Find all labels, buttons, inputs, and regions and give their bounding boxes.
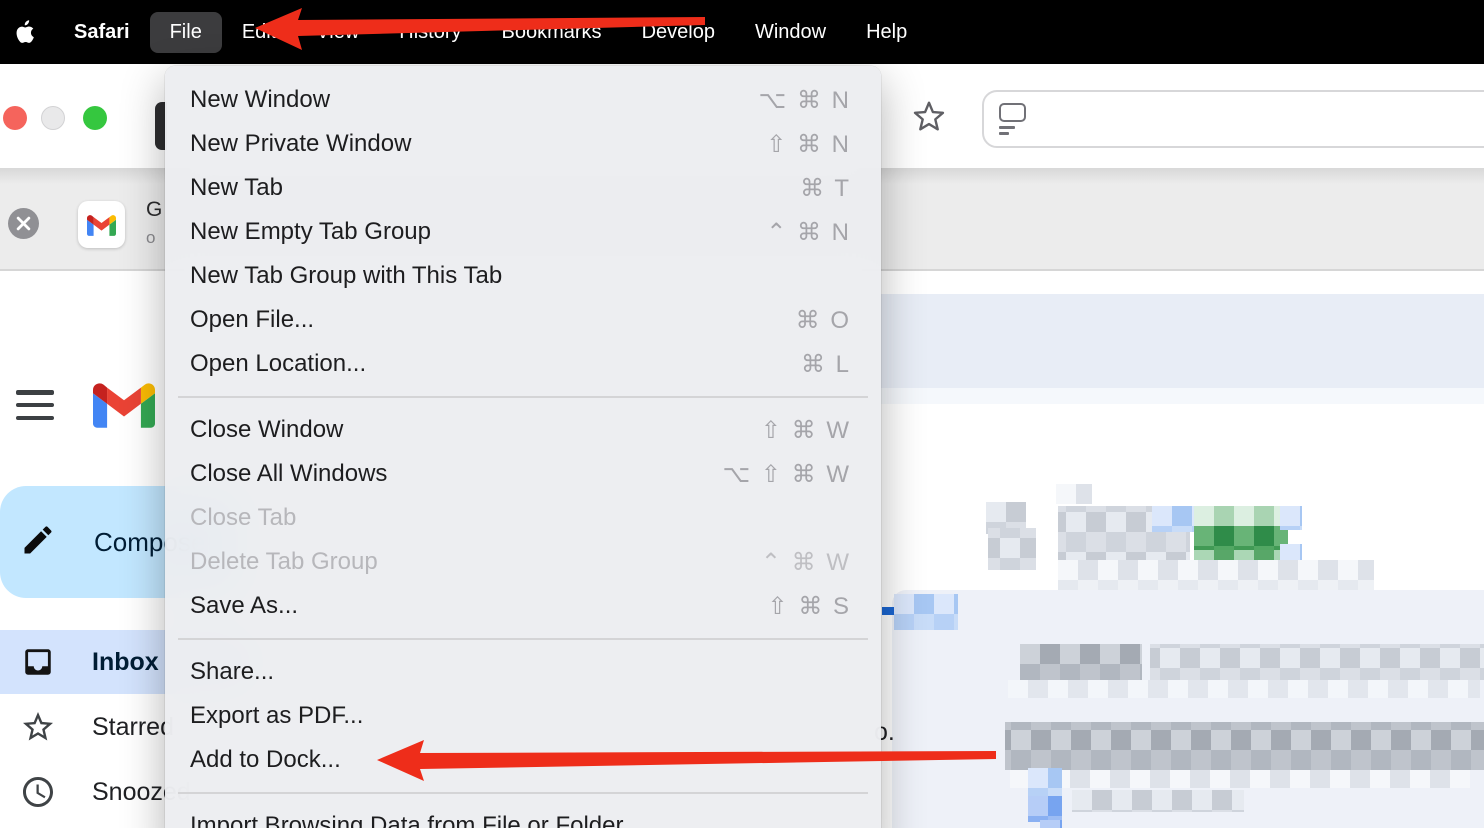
menubar-item-help[interactable]: Help (846, 12, 927, 53)
menu-item-delete-tab-group: Delete Tab Group ⌃ ⌘ W (165, 540, 881, 584)
blurred-block (1056, 484, 1092, 504)
pencil-icon (20, 522, 56, 563)
bookmark-star-icon[interactable] (909, 96, 949, 138)
blurred-block (1194, 526, 1288, 550)
blurred-block (1005, 722, 1484, 770)
blurred-block (1150, 644, 1484, 680)
gmail-favicon[interactable] (78, 201, 125, 248)
blurred-block (1040, 820, 1062, 828)
menu-item-export-as-pdf[interactable]: Export as PDF... (165, 694, 881, 738)
menu-separator (178, 792, 868, 794)
menu-item-new-tab[interactable]: New Tab ⌘ T (165, 166, 881, 210)
menubar-item-bookmarks[interactable]: Bookmarks (482, 12, 622, 53)
menu-item-new-window[interactable]: New Window ⌥ ⌘ N (165, 78, 881, 122)
star-icon (20, 709, 56, 745)
file-menu: New Window ⌥ ⌘ N New Private Window ⇧ ⌘ … (165, 66, 881, 828)
menu-item-close-window[interactable]: Close Window ⇧ ⌘ W (165, 408, 881, 452)
page-format-icon[interactable] (999, 103, 1026, 135)
traffic-minimize-button[interactable] (41, 106, 65, 130)
main-menu-icon[interactable] (16, 389, 56, 421)
blurred-block (1028, 768, 1062, 796)
blurred-block (1280, 506, 1302, 530)
menu-item-save-as[interactable]: Save As... ⇧ ⌘ S (165, 584, 881, 628)
blue-accent-bar (882, 607, 894, 615)
blurred-block (1194, 506, 1288, 526)
menubar-item-window[interactable]: Window (735, 12, 846, 53)
clock-icon (20, 774, 56, 810)
apple-logo-icon[interactable] (12, 17, 38, 47)
blurred-block (1008, 680, 1480, 698)
menu-item-close-tab: Close Tab (165, 496, 881, 540)
menubar-item-file[interactable]: File (150, 12, 222, 53)
menu-item-open-location[interactable]: Open Location... ⌘ L (165, 342, 881, 386)
menubar-item-safari[interactable]: Safari (54, 12, 150, 53)
sidebar-item-label: Inbox (92, 648, 159, 677)
blurred-block (894, 594, 958, 630)
blurred-band-strip (880, 388, 1484, 404)
blurred-block (988, 528, 1036, 570)
traffic-zoom-button[interactable] (83, 106, 107, 130)
blurred-block (1028, 796, 1062, 822)
menu-item-new-tab-group-with-this-tab[interactable]: New Tab Group with This Tab (165, 254, 881, 298)
blurred-block (1020, 644, 1142, 680)
traffic-close-button[interactable] (3, 106, 27, 130)
menubar: Safari File Edit View History Bookmarks … (0, 0, 1484, 64)
blurred-search-band (880, 294, 1484, 388)
tab-subtitle: o (146, 228, 155, 248)
menu-item-close-all-windows[interactable]: Close All Windows ⌥ ⇧ ⌘ W (165, 452, 881, 496)
tab-title[interactable]: G (146, 198, 162, 222)
blurred-block (1152, 506, 1194, 532)
menu-item-new-private-window[interactable]: New Private Window ⇧ ⌘ N (165, 122, 881, 166)
menu-separator (178, 638, 868, 640)
inbox-icon (20, 645, 56, 679)
menubar-item-view[interactable]: View (296, 12, 379, 53)
menu-item-new-empty-tab-group[interactable]: New Empty Tab Group ⌃ ⌘ N (165, 210, 881, 254)
menu-item-open-file[interactable]: Open File... ⌘ O (165, 298, 881, 342)
menu-item-share[interactable]: Share... (165, 650, 881, 694)
menubar-item-edit[interactable]: Edit (222, 12, 296, 53)
blurred-block (1010, 770, 1470, 788)
screenshot-root: G o (0, 0, 1484, 828)
sidebar-item-label: Starred (92, 713, 174, 742)
address-bar[interactable] (982, 90, 1484, 148)
close-tab-icon[interactable] (8, 208, 39, 239)
menu-item-import-browsing-data[interactable]: Import Browsing Data from File or Folder (165, 804, 881, 828)
gmail-logo (93, 381, 155, 433)
menu-separator (178, 396, 868, 398)
menubar-item-history[interactable]: History (379, 12, 481, 53)
blurred-block (1072, 790, 1244, 812)
menu-item-add-to-dock[interactable]: Add to Dock... (165, 738, 881, 782)
menubar-item-develop[interactable]: Develop (622, 12, 735, 53)
